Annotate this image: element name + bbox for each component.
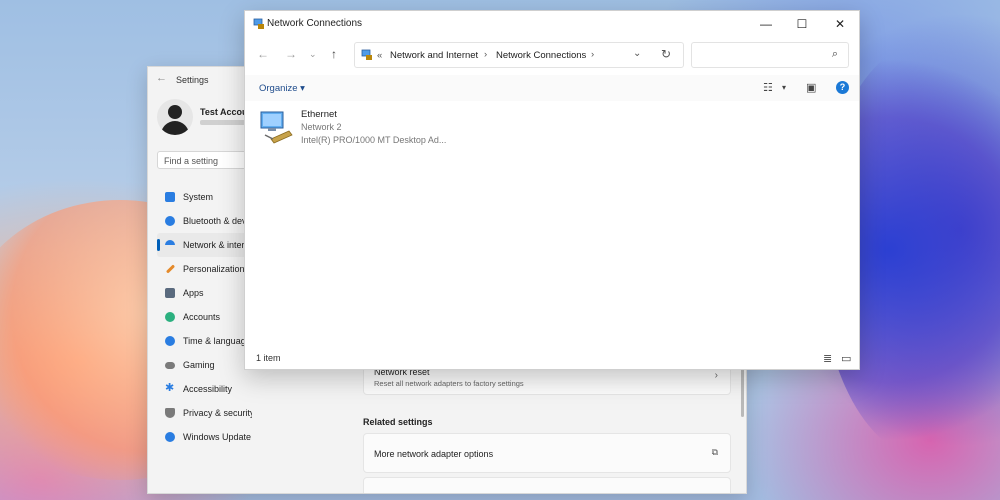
- shield-icon: [165, 408, 175, 418]
- chevron-down-icon[interactable]: ⌄: [633, 48, 641, 59]
- more-adapter-options-label: More network adapter options: [374, 449, 494, 459]
- adapter-device: Intel(R) PRO/1000 MT Desktop Ad...: [301, 135, 447, 145]
- list-item[interactable]: Ethernet Network 2 Intel(R) PRO/1000 MT …: [257, 107, 467, 147]
- nav-item-network[interactable]: Network & internet: [157, 233, 252, 257]
- address-bar[interactable]: « Network and Internet › Network Connect…: [354, 42, 684, 68]
- nav-item-personalization[interactable]: Personalization: [157, 257, 252, 281]
- search-input[interactable]: [696, 46, 830, 66]
- bluetooth-icon: [165, 216, 175, 226]
- file-list: Ethernet Network 2 Intel(R) PRO/1000 MT …: [245, 101, 859, 351]
- nav-item-label: Personalization: [183, 264, 245, 274]
- brush-icon: [165, 264, 176, 274]
- command-bar: Organize ▾ ☷ ▾ ▣ ?: [245, 75, 859, 101]
- nav-item-label: Windows Update: [183, 432, 252, 442]
- nav-item-bluetooth[interactable]: Bluetooth & devices: [157, 209, 252, 233]
- globe-icon: [165, 336, 175, 346]
- nav-item-label: Accounts: [183, 312, 221, 322]
- adapter-name: Ethernet: [301, 109, 337, 120]
- related-settings-heading: Related settings: [363, 417, 433, 427]
- back-arrow-icon[interactable]: ←: [156, 72, 167, 84]
- nav-item-label: Time & language: [183, 336, 251, 346]
- nav-item-privacy[interactable]: Privacy & security: [157, 401, 252, 425]
- organize-button[interactable]: Organize ▾: [259, 83, 305, 94]
- more-adapter-options-row[interactable]: More network adapter options ⧉: [363, 433, 731, 473]
- nav-item-label: Privacy & security: [183, 408, 252, 418]
- up-button[interactable]: ↑: [331, 47, 337, 61]
- help-icon[interactable]: ?: [836, 81, 849, 94]
- external-link-icon: ⧉: [711, 447, 718, 457]
- window-title: Network Connections: [267, 18, 363, 29]
- search-box[interactable]: ⌕: [691, 42, 849, 68]
- avatar[interactable]: [157, 99, 193, 135]
- avatar-head: [168, 105, 182, 119]
- minimize-button[interactable]: —: [748, 13, 784, 35]
- nav-item-gaming[interactable]: Gaming: [157, 353, 252, 377]
- nav-item-time-language[interactable]: Time & language: [157, 329, 252, 353]
- nav-item-label: Apps: [183, 288, 204, 298]
- nav-item-accounts[interactable]: Accounts: [157, 305, 252, 329]
- nav-item-label: Gaming: [183, 360, 215, 370]
- chevron-right-icon[interactable]: ›: [484, 49, 487, 60]
- network-connections-icon: [361, 49, 372, 60]
- wifi-icon: [165, 240, 175, 248]
- item-count: 1 item: [256, 353, 281, 363]
- change-view-icon[interactable]: ☷: [763, 81, 773, 94]
- nc-titlebar: Network Connections — ☐ ✕: [245, 11, 859, 39]
- nav-item-windows-update[interactable]: Windows Update: [157, 425, 252, 449]
- nav-item-label: Network & internet: [183, 240, 252, 250]
- chevron-right-icon[interactable]: ›: [591, 49, 594, 60]
- nav-item-label: Bluetooth & devices: [183, 216, 252, 226]
- nav-item-apps[interactable]: Apps: [157, 281, 252, 305]
- back-button[interactable]: ←: [257, 47, 269, 61]
- chevron-right-icon: ›: [714, 370, 718, 381]
- nav-item-system[interactable]: System: [157, 185, 252, 209]
- maximize-button[interactable]: ☐: [784, 13, 820, 35]
- refresh-icon[interactable]: ↻: [661, 47, 671, 61]
- network-reset-description: Reset all network adapters to factory se…: [374, 379, 524, 388]
- preview-pane-icon[interactable]: ▣: [806, 81, 816, 94]
- nav-item-accessibility[interactable]: ✱ Accessibility: [157, 377, 252, 401]
- next-related-row[interactable]: [363, 477, 731, 493]
- network-connections-window: Network Connections — ☐ ✕ ← → ⌄ ↑ « Netw…: [244, 10, 860, 370]
- nav-item-label: System: [183, 192, 214, 202]
- status-bar: 1 item ≣ ▭: [245, 349, 859, 369]
- breadcrumb-network-connections[interactable]: Network Connections: [496, 50, 586, 61]
- accessibility-icon: ✱: [165, 382, 175, 394]
- person-icon: [165, 312, 175, 322]
- avatar-body: [161, 121, 189, 135]
- settings-nav: System Bluetooth & devices Network & int…: [157, 185, 252, 449]
- apps-icon: [165, 288, 175, 298]
- monitor-icon: [165, 192, 175, 202]
- search-icon[interactable]: ⌕: [832, 48, 838, 61]
- breadcrumb-network-and-internet[interactable]: Network and Internet: [390, 50, 478, 61]
- update-icon: [165, 432, 175, 442]
- nav-item-label: Accessibility: [183, 384, 233, 394]
- find-setting-input[interactable]: Find a setting: [157, 151, 247, 169]
- forward-button[interactable]: →: [285, 47, 297, 61]
- details-view-icon[interactable]: ≣: [823, 352, 832, 365]
- settings-title: Settings: [176, 75, 209, 85]
- close-button[interactable]: ✕: [822, 13, 858, 35]
- controller-icon: [165, 362, 175, 369]
- chevron-down-icon[interactable]: ▾: [782, 83, 786, 92]
- recent-locations-icon[interactable]: ⌄: [309, 49, 317, 60]
- network-adapter-icon: [260, 111, 293, 144]
- large-icons-view-icon[interactable]: ▭: [841, 352, 851, 365]
- breadcrumb-overflow[interactable]: «: [377, 50, 382, 61]
- adapter-network: Network 2: [301, 122, 342, 132]
- network-connections-icon: [253, 18, 264, 29]
